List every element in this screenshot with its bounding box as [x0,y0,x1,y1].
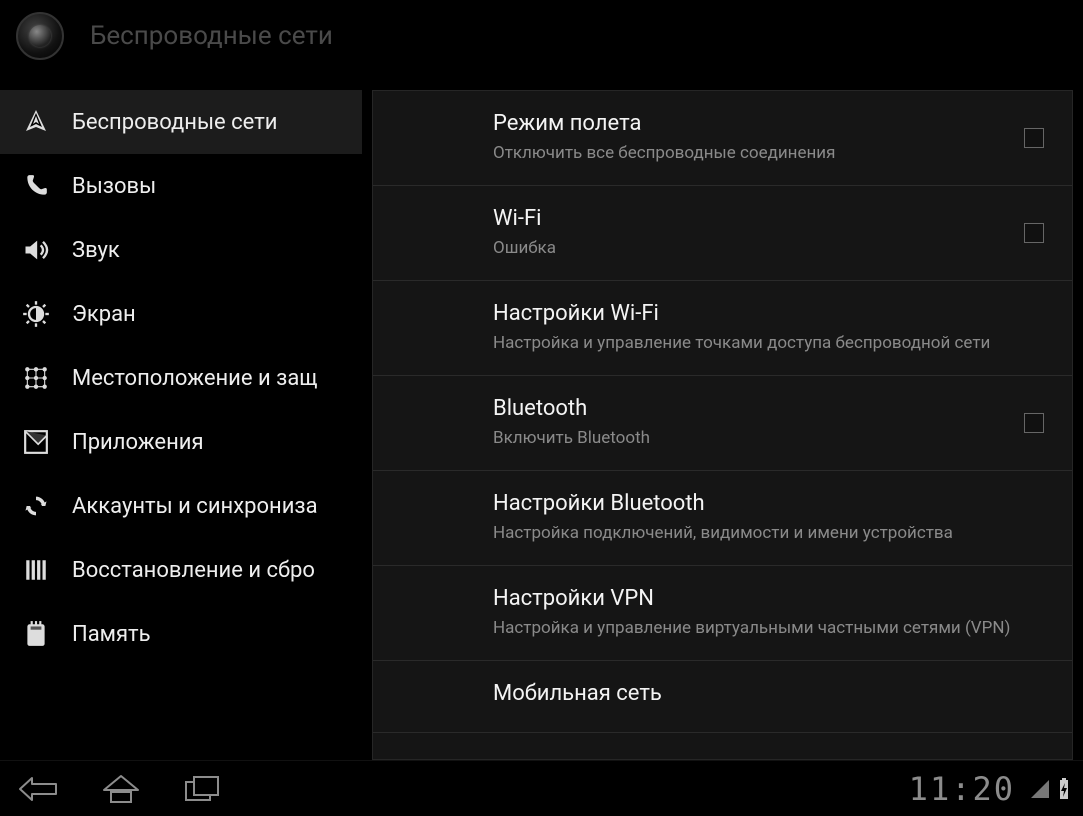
status-icons[interactable] [1029,777,1071,801]
sidebar-item-label: Память [72,622,151,647]
sidebar-item-label: Аккаунты и синхрониза [72,494,318,519]
item-subtitle: Настройка подключений, видимости и имени… [493,522,1048,545]
sidebar-item-sync[interactable]: Аккаунты и синхрониза [0,474,362,538]
recent-apps-button[interactable] [176,771,230,807]
storage-icon [18,616,54,652]
item-title: Настройки Bluetooth [493,491,1048,516]
item-mobile-network[interactable]: Мобильная сеть [373,661,1072,733]
item-subtitle: Ошибка [493,237,1048,260]
settings-sidebar: Беспроводные сети Вызовы Звук [0,72,362,760]
item-wifi-settings[interactable]: Настройки Wi-Fi Настройка и управление т… [373,281,1072,376]
item-subtitle: Отключить все беспроводные соединения [493,142,1048,165]
sidebar-item-location[interactable]: Местоположение и защ [0,346,362,410]
sidebar-item-storage[interactable]: Память [0,602,362,666]
item-title: Мобильная сеть [493,681,1048,706]
item-wifi[interactable]: Wi-Fi Ошибка [373,186,1072,281]
privacy-icon [18,552,54,588]
phone-icon [18,168,54,204]
system-navbar: 11:20 [0,760,1083,816]
sidebar-item-apps[interactable]: Приложения [0,410,362,474]
sync-icon [18,488,54,524]
sidebar-item-display[interactable]: Экран [0,282,362,346]
sound-icon [18,232,54,268]
item-bluetooth[interactable]: Bluetooth Включить Bluetooth [373,376,1072,471]
item-bluetooth-settings[interactable]: Настройки Bluetooth Настройка подключени… [373,471,1072,566]
item-airplane-mode[interactable]: Режим полета Отключить все беспроводные … [373,91,1072,186]
sidebar-item-label: Вызовы [72,174,156,199]
signal-icon [1029,778,1051,800]
sidebar-item-label: Экран [72,302,136,327]
settings-app-icon[interactable] [16,12,64,60]
item-title: Режим полета [493,111,1048,136]
item-title: Bluetooth [493,396,1048,421]
item-title: Настройки VPN [493,586,1048,611]
settings-content: Режим полета Отключить все беспроводные … [362,72,1083,760]
sidebar-item-label: Восстановление и сбро [72,558,315,583]
item-subtitle: Настройка и управление точками доступа б… [493,332,1048,355]
item-subtitle: Настройка и управление виртуальными част… [493,617,1048,640]
apps-icon [18,424,54,460]
battery-charging-icon [1057,777,1071,801]
sidebar-item-wireless[interactable]: Беспроводные сети [0,90,362,154]
status-clock[interactable]: 11:20 [909,770,1015,808]
item-title: Wi-Fi [493,206,1048,231]
wifi-icon [18,104,54,140]
item-subtitle: Включить Bluetooth [493,427,1048,450]
checkbox[interactable] [1024,223,1044,243]
sidebar-item-label: Местоположение и защ [72,366,318,391]
home-button[interactable] [94,771,148,807]
item-vpn-settings[interactable]: Настройки VPN Настройка и управление вир… [373,566,1072,661]
checkbox[interactable] [1024,413,1044,433]
sidebar-item-label: Приложения [72,430,204,455]
brightness-icon [18,296,54,332]
checkbox[interactable] [1024,128,1044,148]
sidebar-item-calls[interactable]: Вызовы [0,154,362,218]
sidebar-item-privacy[interactable]: Восстановление и сбро [0,538,362,602]
sidebar-item-label: Звук [72,238,120,263]
sidebar-item-label: Беспроводные сети [72,110,278,135]
item-title: Настройки Wi-Fi [493,301,1048,326]
settings-panel[interactable]: Режим полета Отключить все беспроводные … [372,90,1073,760]
location-icon [18,360,54,396]
back-button[interactable] [12,771,66,807]
header: Беспроводные сети [0,0,1083,72]
header-title: Беспроводные сети [90,21,333,51]
sidebar-item-sound[interactable]: Звук [0,218,362,282]
